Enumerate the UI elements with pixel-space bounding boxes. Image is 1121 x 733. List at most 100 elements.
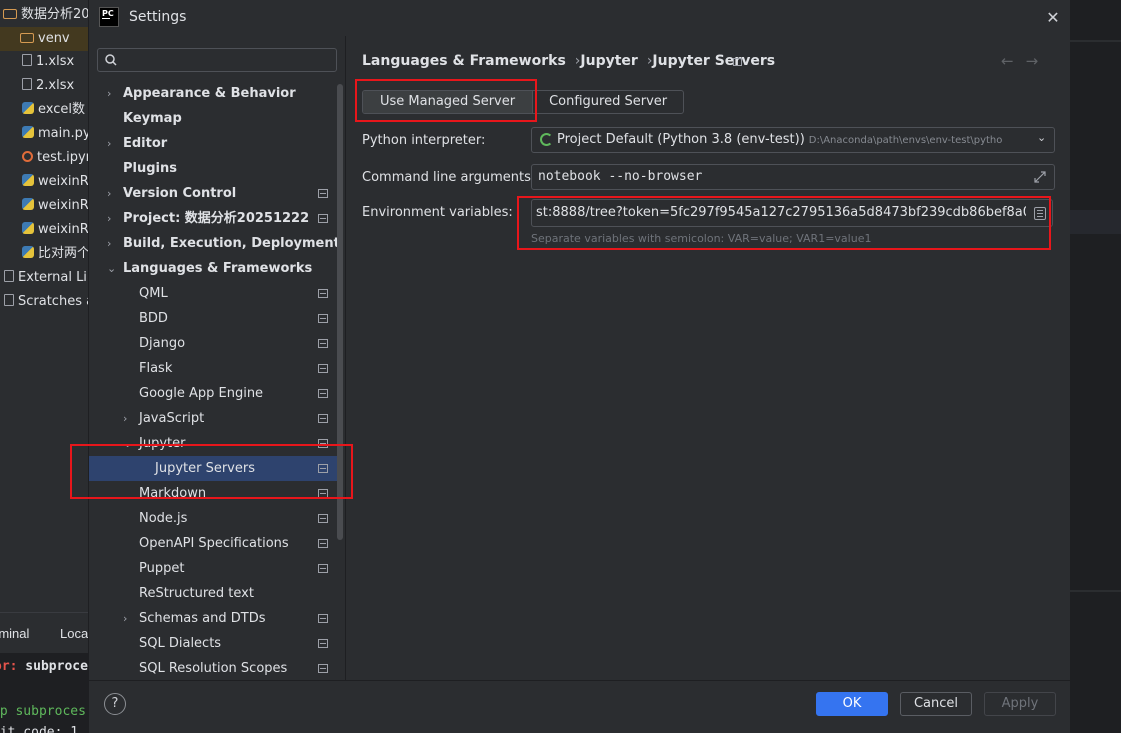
project-scope-icon bbox=[318, 664, 328, 673]
use-managed-server-button[interactable]: Use Managed Server bbox=[363, 91, 534, 113]
terminal-tab[interactable]: rminal bbox=[0, 626, 29, 641]
nav-item-label: OpenAPI Specifications bbox=[139, 536, 289, 551]
chevron-right-icon[interactable]: › bbox=[123, 606, 127, 631]
expand-icon[interactable] bbox=[1032, 169, 1048, 185]
command-line-input[interactable]: notebook --no-browser bbox=[531, 164, 1055, 190]
editor-divider bbox=[1070, 40, 1121, 42]
interpreter-path: D:\Anaconda\path\envs\env-test\python.ex… bbox=[808, 135, 1030, 146]
ok-button[interactable]: OK bbox=[816, 692, 888, 716]
back-arrow-icon[interactable]: ← bbox=[1001, 52, 1026, 70]
nav-item[interactable]: Flask bbox=[89, 356, 339, 381]
nav-item[interactable]: Keymap bbox=[89, 106, 339, 131]
tree-item-label: 数据分析2025 bbox=[21, 7, 88, 22]
nav-item-label: QML bbox=[139, 286, 168, 301]
command-line-label: Command line arguments: bbox=[362, 170, 536, 185]
nav-item[interactable]: Jupyter Servers bbox=[89, 456, 339, 481]
command-line-value: notebook --no-browser bbox=[538, 169, 703, 184]
tree-item[interactable]: weixinR bbox=[22, 218, 88, 242]
nav-item[interactable]: › Appearance & Behavior bbox=[89, 81, 339, 106]
chevron-down-icon[interactable]: ⌄ bbox=[123, 431, 132, 456]
nav-item[interactable]: › JavaScript bbox=[89, 406, 339, 431]
nav-item[interactable]: ⌄ Jupyter bbox=[89, 431, 339, 456]
tree-item-label: weixinR bbox=[38, 174, 88, 189]
nav-item[interactable]: › Project: 数据分析20251222 bbox=[89, 206, 339, 231]
nav-item[interactable]: Node.js bbox=[89, 506, 339, 531]
project-scope-icon bbox=[318, 189, 328, 198]
env-vars-input[interactable]: st:8888/tree?token=5fc297f9545a127c27951… bbox=[531, 199, 1053, 227]
tree-item[interactable]: 比对两个 bbox=[22, 242, 88, 266]
nav-item[interactable]: › Version Control bbox=[89, 181, 339, 206]
nav-item[interactable]: OpenAPI Specifications bbox=[89, 531, 339, 556]
file-icon bbox=[22, 78, 32, 90]
server-mode-toggle: Use Managed Server Configured Server bbox=[362, 90, 685, 114]
breadcrumb-item-current: Jupyter Servers bbox=[652, 53, 776, 69]
tree-item[interactable]: weixinR bbox=[22, 170, 88, 194]
edit-env-vars-icon[interactable] bbox=[1034, 207, 1046, 220]
nav-item[interactable]: › Build, Execution, Deployment bbox=[89, 231, 340, 256]
tree-item[interactable]: External Li bbox=[4, 266, 87, 290]
tree-item[interactable]: 数据分析2025 bbox=[3, 3, 88, 27]
chevron-down-icon[interactable]: ⌄ bbox=[107, 256, 116, 281]
dialog-titlebar[interactable]: PC Settings ✕ bbox=[89, 0, 1071, 36]
nav-item[interactable]: ⌄ Languages & Frameworks bbox=[89, 256, 339, 281]
nav-item-label: Editor bbox=[123, 136, 168, 151]
library-icon bbox=[4, 270, 14, 282]
chevron-right-icon[interactable]: › bbox=[107, 81, 111, 106]
chevron-right-icon[interactable]: › bbox=[107, 181, 111, 206]
forward-arrow-icon[interactable]: → bbox=[1026, 52, 1051, 70]
close-button[interactable]: ✕ bbox=[1041, 6, 1065, 30]
nav-item[interactable]: SQL Resolution Scopes bbox=[89, 656, 339, 680]
nav-item[interactable]: Google App Engine bbox=[89, 381, 339, 406]
pycharm-logo: PC bbox=[99, 7, 119, 27]
project-scope-icon bbox=[318, 389, 328, 398]
project-scope-icon bbox=[318, 214, 328, 223]
breadcrumb-item[interactable]: Languages & Frameworks bbox=[362, 53, 566, 69]
nav-item[interactable]: QML bbox=[89, 281, 339, 306]
nav-scrollbar[interactable] bbox=[337, 84, 343, 540]
nav-item-label: SQL Resolution Scopes bbox=[139, 661, 288, 676]
nav-item[interactable]: Plugins bbox=[89, 156, 339, 181]
python-file-icon bbox=[22, 198, 34, 210]
nav-item[interactable]: Django bbox=[89, 331, 339, 356]
tree-item[interactable]: test.ipyn bbox=[22, 146, 88, 170]
logo-text: PC bbox=[102, 9, 114, 19]
chevron-right-icon[interactable]: › bbox=[107, 206, 111, 231]
configured-server-button[interactable]: Configured Server bbox=[533, 91, 683, 113]
cancel-button[interactable]: Cancel bbox=[900, 692, 972, 716]
apply-button[interactable]: Apply bbox=[984, 692, 1056, 716]
breadcrumb-item[interactable]: Jupyter bbox=[580, 53, 637, 69]
help-button[interactable]: ? bbox=[104, 693, 126, 715]
chevron-right-icon[interactable]: › bbox=[107, 131, 111, 156]
tree-item[interactable]: main.py bbox=[22, 122, 88, 146]
python-interpreter-label: Python interpreter: bbox=[362, 133, 486, 148]
nav-item[interactable]: ReStructured text bbox=[89, 581, 339, 606]
chevron-right-icon[interactable]: › bbox=[123, 406, 127, 431]
tree-item[interactable]: 1.xlsx bbox=[22, 50, 74, 74]
tree-item-label: weixinR bbox=[38, 198, 88, 213]
nav-item-label: JavaScript bbox=[139, 411, 205, 426]
tree-item[interactable]: excel数 bbox=[22, 98, 85, 122]
tree-item[interactable]: 2.xlsx bbox=[22, 74, 74, 98]
nav-item-label: Keymap bbox=[123, 111, 182, 126]
nav-item[interactable]: Puppet bbox=[89, 556, 339, 581]
settings-nav-tree: › Appearance & Behavior Keymap › Editor Plugi… bbox=[89, 80, 345, 680]
tree-item[interactable]: Scratches a bbox=[4, 290, 88, 314]
terminal-tab[interactable]: Loca bbox=[60, 626, 88, 641]
chevron-right-icon[interactable]: › bbox=[107, 231, 111, 256]
python-interpreter-select[interactable]: Project Default (Python 3.8 (env-test)) D… bbox=[531, 127, 1055, 153]
nav-item[interactable]: SQL Dialects bbox=[89, 631, 339, 656]
search-text-field[interactable] bbox=[122, 51, 332, 69]
panel-divider[interactable] bbox=[345, 36, 346, 680]
project-scope-icon bbox=[318, 489, 328, 498]
editor-background bbox=[1070, 0, 1121, 733]
nav-item[interactable]: › Schemas and DTDs bbox=[89, 606, 339, 631]
nav-item[interactable]: BDD bbox=[89, 306, 339, 331]
nav-item-label: Appearance & Behavior bbox=[123, 86, 296, 101]
tree-item[interactable]: weixinR bbox=[22, 194, 88, 218]
tree-item[interactable]: venv bbox=[0, 27, 88, 51]
editor-divider-bottom bbox=[1070, 590, 1121, 592]
tree-item-label: External Li bbox=[18, 270, 87, 285]
nav-item[interactable]: › Editor bbox=[89, 131, 339, 156]
nav-item[interactable]: Markdown bbox=[89, 481, 339, 506]
settings-search-input[interactable] bbox=[97, 48, 337, 72]
